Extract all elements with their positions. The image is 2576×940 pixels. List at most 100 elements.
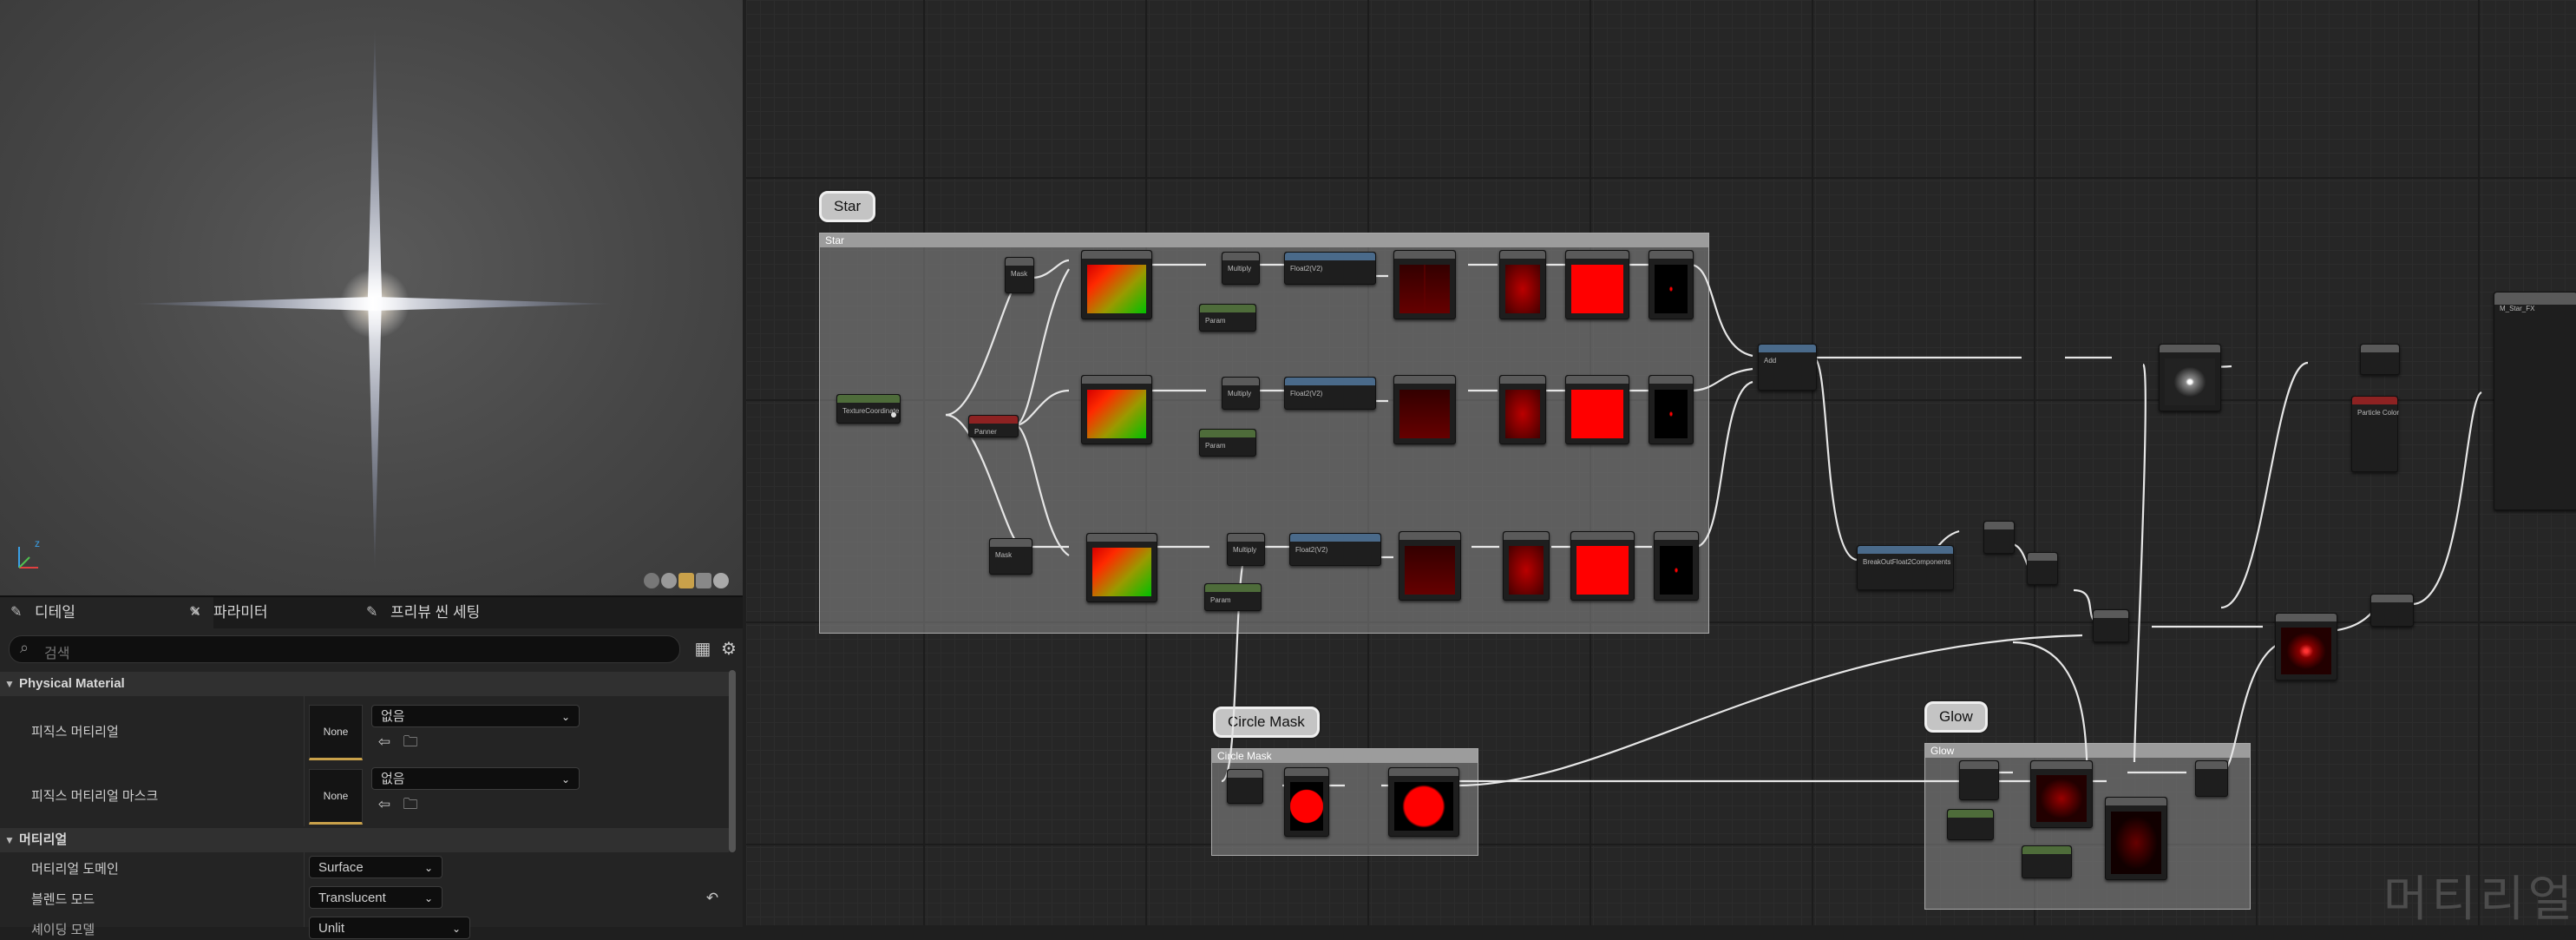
table-view-icon[interactable]: ▦: [692, 639, 713, 660]
power-node[interactable]: [1499, 250, 1546, 319]
multiply-preview-node[interactable]: [1393, 250, 1456, 319]
section-physical-material[interactable]: ▼ Physical Material: [0, 672, 729, 696]
star-preview: [130, 26, 616, 573]
one-minus-node[interactable]: [1565, 250, 1629, 319]
cube-preview-icon[interactable]: [696, 573, 711, 588]
mask-node[interactable]: Mask: [989, 538, 1032, 575]
physical-material-dropdown[interactable]: 없음 ⌄: [371, 705, 580, 727]
details-tab-bar: ✎ 디테일 ✕ ✎ 파라미터 ✎ 프리뷰 씬 세팅: [0, 597, 743, 628]
property-label: 셰이딩 모델: [31, 923, 95, 937]
scalar-parameter-node[interactable]: Param: [1199, 304, 1256, 332]
dropdown-value: Unlit: [318, 921, 345, 936]
material-graph-canvas[interactable]: Star Star Circle Mask Circle Mask Glow G…: [746, 0, 2576, 926]
asset-thumbnail[interactable]: None: [309, 705, 363, 760]
plane-preview-icon[interactable]: [678, 573, 694, 588]
dropdown-value: Translucent: [318, 891, 386, 905]
chevron-down-icon: ⌄: [560, 711, 570, 723]
custom-rotator-node[interactable]: [1081, 375, 1152, 444]
multiply-preview-node[interactable]: [1393, 375, 1456, 444]
physical-material-mask-dropdown[interactable]: 없음 ⌄: [371, 767, 580, 790]
multiply-node[interactable]: [2093, 609, 2129, 642]
power-node[interactable]: [1503, 531, 1550, 601]
mask-node[interactable]: [1227, 769, 1263, 804]
power-node[interactable]: [1499, 375, 1546, 444]
tab-preview-scene-settings[interactable]: ✎ 프리뷰 씬 세팅: [356, 597, 616, 628]
use-selected-asset-icon[interactable]: ⇦: [375, 795, 394, 814]
cylinder-preview-icon[interactable]: [661, 573, 677, 588]
details-scrollbar[interactable]: [729, 670, 736, 852]
multiply-node[interactable]: Multiply: [1222, 377, 1260, 410]
search-input[interactable]: ⌕ 검색: [9, 635, 680, 663]
power-node[interactable]: [2105, 797, 2167, 880]
add-node[interactable]: [2195, 760, 2228, 797]
one-minus-node[interactable]: [1565, 375, 1629, 444]
custom-rotator-node[interactable]: [1081, 250, 1152, 319]
mask-node[interactable]: Mask: [1005, 257, 1034, 293]
mask-node[interactable]: [1959, 760, 1999, 800]
sine-node[interactable]: [2159, 344, 2221, 411]
column-divider: [304, 852, 305, 927]
tab-label: 디테일: [35, 604, 75, 621]
multiply-node[interactable]: [2360, 344, 2400, 375]
reset-to-default-icon[interactable]: ↶: [703, 889, 722, 908]
output-pin[interactable]: [891, 412, 896, 417]
add-node[interactable]: Add: [1758, 344, 1817, 391]
dropdown-value: 없음: [381, 772, 405, 786]
multiply-node[interactable]: [1983, 521, 2015, 554]
search-icon: ⌕: [20, 639, 29, 656]
multiply-node[interactable]: Multiply: [1227, 533, 1265, 566]
multiply-node[interactable]: [2027, 552, 2058, 585]
chevron-down-icon: ⌄: [451, 923, 461, 935]
material-preview-viewport[interactable]: z: [0, 0, 743, 595]
chevron-down-icon: ⌄: [423, 892, 433, 904]
particle-color-node[interactable]: Particle Color: [2351, 396, 2399, 472]
material-watermark: 머티리얼: [2383, 871, 2576, 926]
scalar-parameter-node[interactable]: [1947, 809, 1994, 840]
scalar-parameter-node[interactable]: [2022, 845, 2072, 878]
browse-asset-icon[interactable]: 🗀: [401, 795, 420, 814]
comment-bubble-circle-mask[interactable]: Circle Mask: [1213, 707, 1320, 738]
scalar-parameter-node[interactable]: Param: [1204, 583, 1262, 611]
break-out-float2-node[interactable]: Float2(V2): [1284, 252, 1376, 285]
asset-thumbnail[interactable]: None: [309, 769, 363, 825]
chevron-down-icon: ▼: [4, 834, 15, 846]
section-material[interactable]: ▼ 머티리얼: [0, 828, 729, 852]
multiply-preview-node[interactable]: [1654, 531, 1699, 601]
multiply-preview-node[interactable]: [1649, 375, 1694, 444]
multiply-preview-node[interactable]: [1399, 531, 1461, 601]
shading-model-dropdown[interactable]: Unlit ⌄: [309, 917, 470, 939]
break-out-float2-node[interactable]: Float2(V2): [1289, 533, 1381, 566]
multiply-preview-node[interactable]: [2275, 613, 2337, 680]
comment-bubble-glow[interactable]: Glow: [1924, 701, 1988, 733]
gear-icon[interactable]: ⚙: [718, 639, 739, 660]
axis-gizmo: z: [12, 531, 56, 575]
break-out-float2-node[interactable]: BreakOutFloat2Components: [1857, 545, 1954, 590]
browse-asset-icon[interactable]: 🗀: [401, 733, 420, 752]
multiply-preview-node[interactable]: [2030, 760, 2093, 828]
tab-label: 프리뷰 씬 세팅: [390, 604, 481, 621]
search-placeholder: 검색: [44, 647, 70, 661]
blend-mode-dropdown[interactable]: Translucent ⌄: [309, 886, 442, 909]
details-panel: ✎ 디테일 ✕ ✎ 파라미터 ✎ 프리뷰 씬 세팅 ⌕ 검색 ▦ ⚙ ▼ Phys…: [0, 595, 743, 939]
multiply-node[interactable]: Multiply: [1222, 252, 1260, 285]
sphere-preview-icon[interactable]: [644, 573, 659, 588]
power-node[interactable]: [1388, 767, 1459, 837]
one-minus-node[interactable]: [1284, 767, 1329, 837]
break-out-float2-node[interactable]: Float2(V2): [1284, 377, 1376, 410]
panner-node[interactable]: Panner: [968, 415, 1019, 437]
use-selected-asset-icon[interactable]: ⇦: [375, 733, 394, 752]
one-minus-node[interactable]: [1570, 531, 1635, 601]
chevron-down-icon: ⌄: [560, 773, 570, 786]
material-result-node[interactable]: M_Star_FX: [2494, 292, 2576, 510]
multiply-preview-node[interactable]: [1649, 250, 1694, 319]
section-title: Physical Material: [19, 676, 125, 691]
texture-coordinate-node[interactable]: TextureCoordinate: [836, 394, 901, 424]
pencil-icon: ✎: [10, 605, 23, 620]
material-domain-dropdown[interactable]: Surface ⌄: [309, 856, 442, 878]
multiply-node[interactable]: [2370, 594, 2414, 627]
comment-header: Glow: [1925, 744, 2250, 758]
custom-rotator-node[interactable]: [1086, 533, 1157, 602]
custom-mesh-preview-icon[interactable]: [713, 573, 729, 588]
scalar-parameter-node[interactable]: Param: [1199, 429, 1256, 457]
comment-bubble-star[interactable]: Star: [819, 191, 876, 222]
